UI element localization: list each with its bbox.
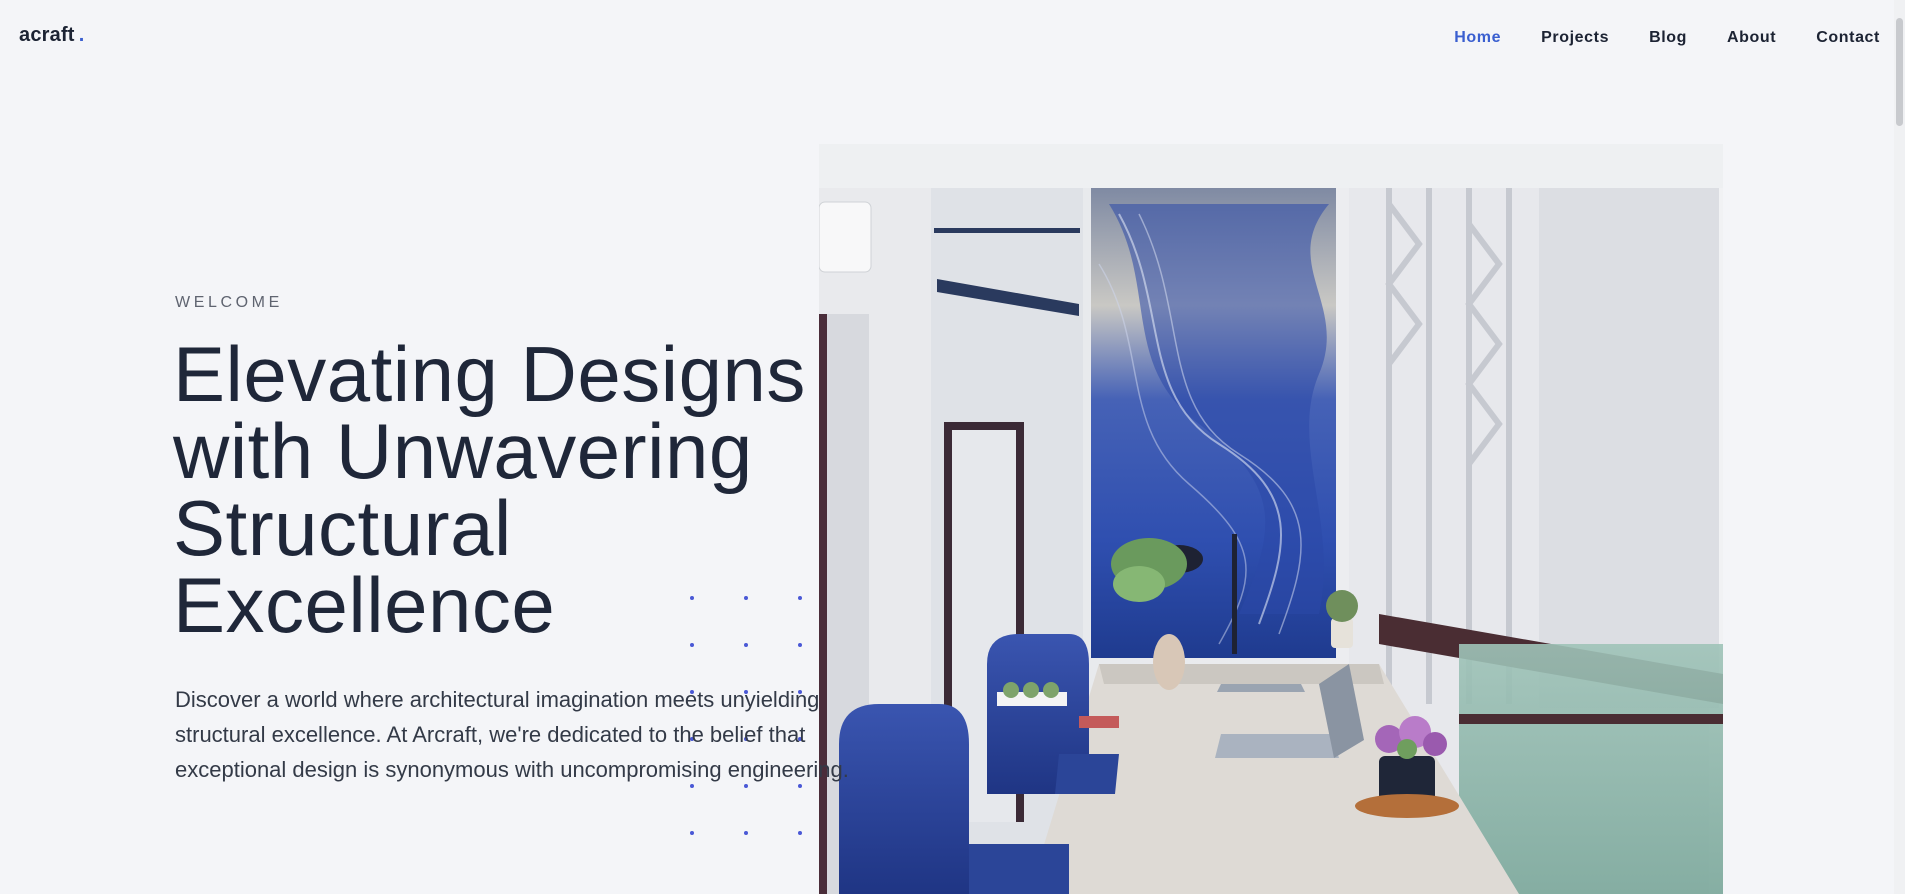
scrollbar[interactable]: [1894, 0, 1905, 894]
decor-dot: [798, 643, 802, 647]
nav-contact[interactable]: Contact: [1816, 29, 1880, 47]
scrollbar-thumb[interactable]: [1896, 18, 1903, 126]
main-nav: Home Projects Blog About Contact: [1414, 29, 1880, 47]
nav-home[interactable]: Home: [1454, 29, 1501, 47]
decor-dot: [690, 831, 694, 835]
hero-lead: Discover a world where architectural ima…: [175, 687, 849, 782]
headline-line: Structural: [173, 484, 512, 572]
hero-headline: Elevating Designs with Unwavering Struct…: [173, 335, 863, 644]
decor-dot: [690, 643, 694, 647]
nav-about[interactable]: About: [1727, 29, 1776, 47]
decor-dot: [798, 596, 802, 600]
headline-line: Elevating Designs: [173, 330, 806, 418]
headline-line: Excellence: [173, 561, 556, 649]
nav-blog[interactable]: Blog: [1649, 29, 1687, 47]
decor-dot: [744, 643, 748, 647]
hero-image: [819, 144, 1723, 894]
decor-dot: [690, 596, 694, 600]
headline-line: with Unwavering: [173, 407, 753, 495]
decor-dot: [744, 596, 748, 600]
hero-eyebrow: WELCOME: [175, 294, 283, 311]
page: acraft. Home Projects Blog About Contact…: [0, 0, 1905, 894]
decor-dot: [744, 831, 748, 835]
decor-dot: [798, 831, 802, 835]
brand-dot: .: [78, 24, 85, 46]
brand-name: acraft: [19, 24, 75, 46]
nav-projects[interactable]: Projects: [1541, 29, 1609, 47]
brand-logo[interactable]: acraft.: [19, 24, 84, 47]
